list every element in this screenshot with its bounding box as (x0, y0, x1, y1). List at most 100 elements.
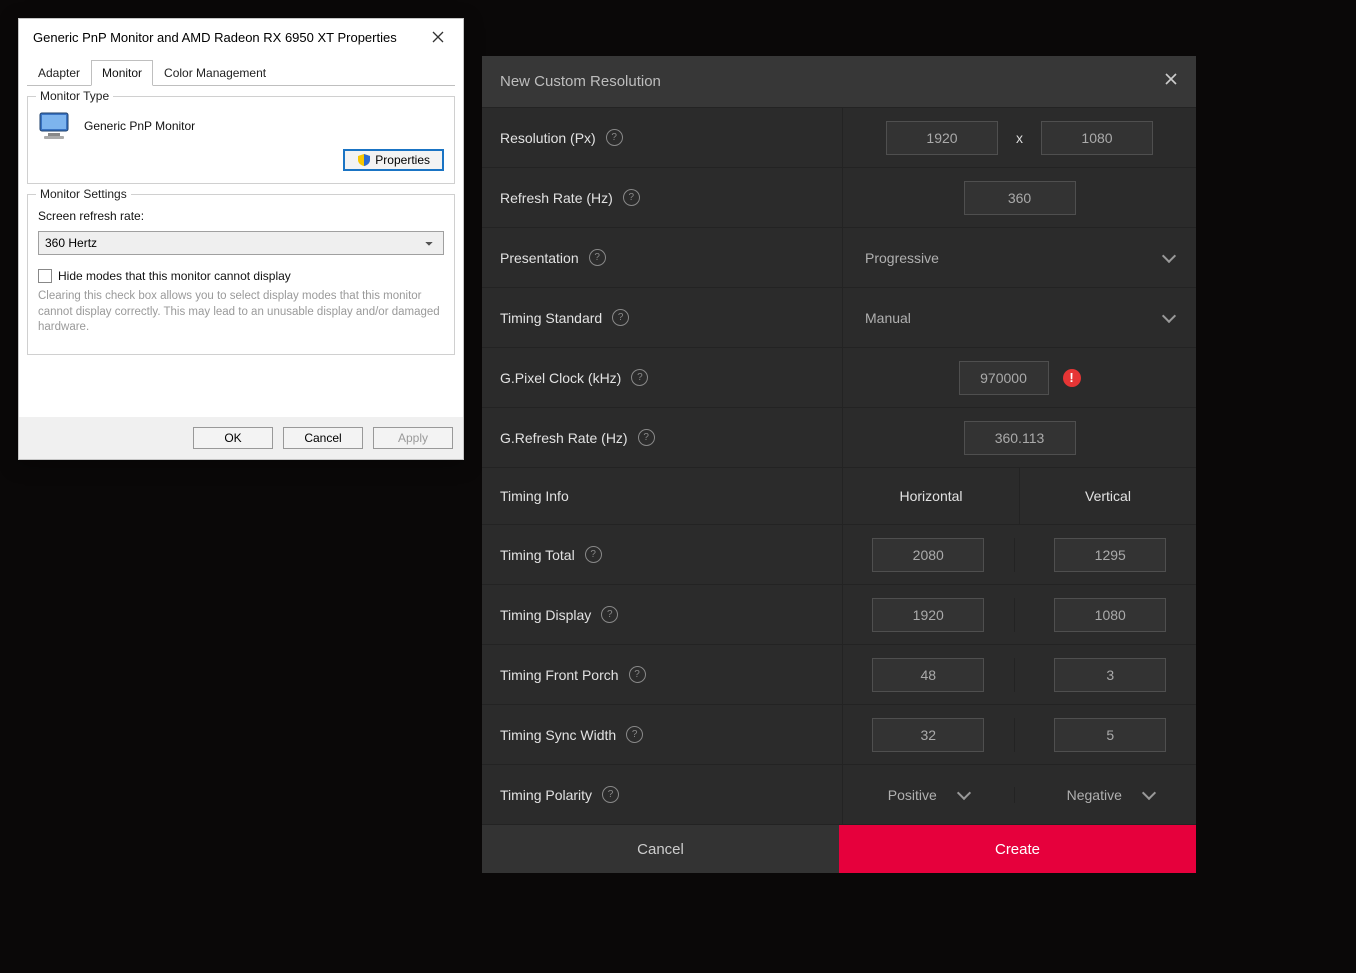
tab-color-management[interactable]: Color Management (153, 60, 277, 86)
polarity-h-select[interactable]: Positive (843, 787, 1015, 803)
hide-modes-label: Hide modes that this monitor cannot disp… (58, 269, 291, 283)
polarity-v-select[interactable]: Negative (1025, 787, 1196, 803)
chevron-down-icon (957, 785, 971, 799)
timing-sw-v-input[interactable] (1054, 718, 1166, 752)
properties-button[interactable]: Properties (343, 149, 444, 171)
uac-shield-icon (357, 153, 371, 167)
col-vertical: Vertical (1019, 468, 1196, 524)
row-timing-front-porch: Timing Front Porch ? (482, 645, 1196, 705)
help-icon[interactable]: ? (631, 369, 648, 386)
timing-display-h-input[interactable] (872, 598, 984, 632)
label: Timing Sync Width (500, 727, 616, 743)
timing-sw-h-input[interactable] (872, 718, 984, 752)
g-refresh-input[interactable] (964, 421, 1076, 455)
help-icon[interactable]: ? (602, 786, 619, 803)
monitor-name: Generic PnP Monitor (84, 119, 195, 133)
timing-fp-v-input[interactable] (1054, 658, 1166, 692)
select-value: Manual (865, 310, 911, 326)
help-icon[interactable]: ? (589, 249, 606, 266)
error-icon: ! (1063, 369, 1081, 387)
resolution-width-input[interactable] (886, 121, 998, 155)
label: G.Pixel Clock (kHz) (500, 370, 621, 386)
help-icon[interactable]: ? (626, 726, 643, 743)
monitor-settings-group: Monitor Settings Screen refresh rate: 36… (27, 194, 455, 355)
label: G.Refresh Rate (Hz) (500, 430, 628, 446)
cancel-button[interactable]: Cancel (283, 427, 363, 449)
select-value: Positive (888, 787, 937, 803)
dialog-title: Generic PnP Monitor and AMD Radeon RX 69… (33, 30, 397, 45)
hide-modes-checkbox[interactable] (38, 269, 52, 283)
close-button[interactable] (423, 27, 453, 47)
label: Timing Display (500, 607, 591, 623)
help-icon[interactable]: ? (623, 189, 640, 206)
tab-strip: Adapter Monitor Color Management (27, 59, 455, 86)
chevron-down-icon (1142, 785, 1156, 799)
tab-monitor[interactable]: Monitor (91, 60, 153, 86)
help-icon[interactable]: ? (601, 606, 618, 623)
refresh-rate-select[interactable]: 360 Hertz (38, 231, 444, 255)
label: Timing Standard (500, 310, 602, 326)
label: Timing Total (500, 547, 575, 563)
dialog-titlebar: Generic PnP Monitor and AMD Radeon RX 69… (19, 19, 463, 55)
dialog-body: Adapter Monitor Color Management Monitor… (19, 59, 463, 417)
row-refresh-rate: Refresh Rate (Hz) ? (482, 168, 1196, 228)
button-label: Create (995, 841, 1040, 858)
refresh-rate-input[interactable] (964, 181, 1076, 215)
help-icon[interactable]: ? (606, 129, 623, 146)
row-timing-sync-width: Timing Sync Width ? (482, 705, 1196, 765)
chevron-down-icon (1162, 308, 1176, 322)
label: Timing Polarity (500, 787, 592, 803)
ok-button[interactable]: OK (193, 427, 273, 449)
row-timing-polarity: Timing Polarity ? Positive Negative (482, 765, 1196, 825)
help-icon[interactable]: ? (638, 429, 655, 446)
help-icon[interactable]: ? (585, 546, 602, 563)
row-pixel-clock: G.Pixel Clock (kHz) ? ! (482, 348, 1196, 408)
properties-button-label: Properties (375, 153, 430, 167)
label: Timing Front Porch (500, 667, 619, 683)
hide-modes-hint: Clearing this check box allows you to se… (38, 289, 444, 336)
panel-close-button[interactable] (1164, 72, 1178, 91)
help-icon[interactable]: ? (612, 309, 629, 326)
monitor-icon (38, 111, 72, 141)
select-value: Progressive (865, 250, 939, 266)
cancel-button[interactable]: Cancel (482, 825, 839, 873)
row-resolution: Resolution (Px) ? x (482, 108, 1196, 168)
label: Timing Info (500, 488, 569, 504)
row-g-refresh-rate: G.Refresh Rate (Hz) ? (482, 408, 1196, 468)
row-timing-standard: Timing Standard ? Manual (482, 288, 1196, 348)
panel-footer: Cancel Create (482, 825, 1196, 873)
chevron-down-icon (1162, 248, 1176, 262)
dialog-footer: OK Cancel Apply (19, 417, 463, 459)
x-separator: x (1016, 130, 1023, 146)
pixel-clock-input[interactable] (959, 361, 1049, 395)
row-presentation: Presentation ? Progressive (482, 228, 1196, 288)
timing-total-v-input[interactable] (1054, 538, 1166, 572)
timing-standard-select[interactable]: Manual (843, 310, 1196, 326)
select-value: Negative (1067, 787, 1122, 803)
panel-title: New Custom Resolution (500, 73, 661, 90)
button-label: Cancel (637, 841, 684, 858)
col-horizontal: Horizontal (842, 468, 1019, 524)
row-timing-total: Timing Total ? (482, 525, 1196, 585)
close-icon (432, 31, 444, 43)
row-timing-info-header: Timing Info Horizontal Vertical (482, 468, 1196, 525)
resolution-height-input[interactable] (1041, 121, 1153, 155)
refresh-rate-label: Screen refresh rate: (38, 209, 444, 223)
timing-fp-h-input[interactable] (872, 658, 984, 692)
timing-display-v-input[interactable] (1054, 598, 1166, 632)
timing-total-h-input[interactable] (872, 538, 984, 572)
label: Presentation (500, 250, 579, 266)
tab-adapter[interactable]: Adapter (27, 60, 91, 86)
custom-resolution-panel: New Custom Resolution Resolution (Px) ? … (482, 56, 1196, 873)
apply-button[interactable]: Apply (373, 427, 453, 449)
monitor-properties-dialog: Generic PnP Monitor and AMD Radeon RX 69… (18, 18, 464, 460)
group-title: Monitor Type (36, 89, 113, 103)
label: Resolution (Px) (500, 130, 596, 146)
close-icon (1164, 72, 1178, 86)
help-icon[interactable]: ? (629, 666, 646, 683)
monitor-type-row: Generic PnP Monitor (38, 111, 444, 141)
presentation-select[interactable]: Progressive (843, 250, 1196, 266)
label: Refresh Rate (Hz) (500, 190, 613, 206)
create-button[interactable]: Create (839, 825, 1196, 873)
monitor-type-group: Monitor Type Generic PnP Monitor (27, 96, 455, 184)
